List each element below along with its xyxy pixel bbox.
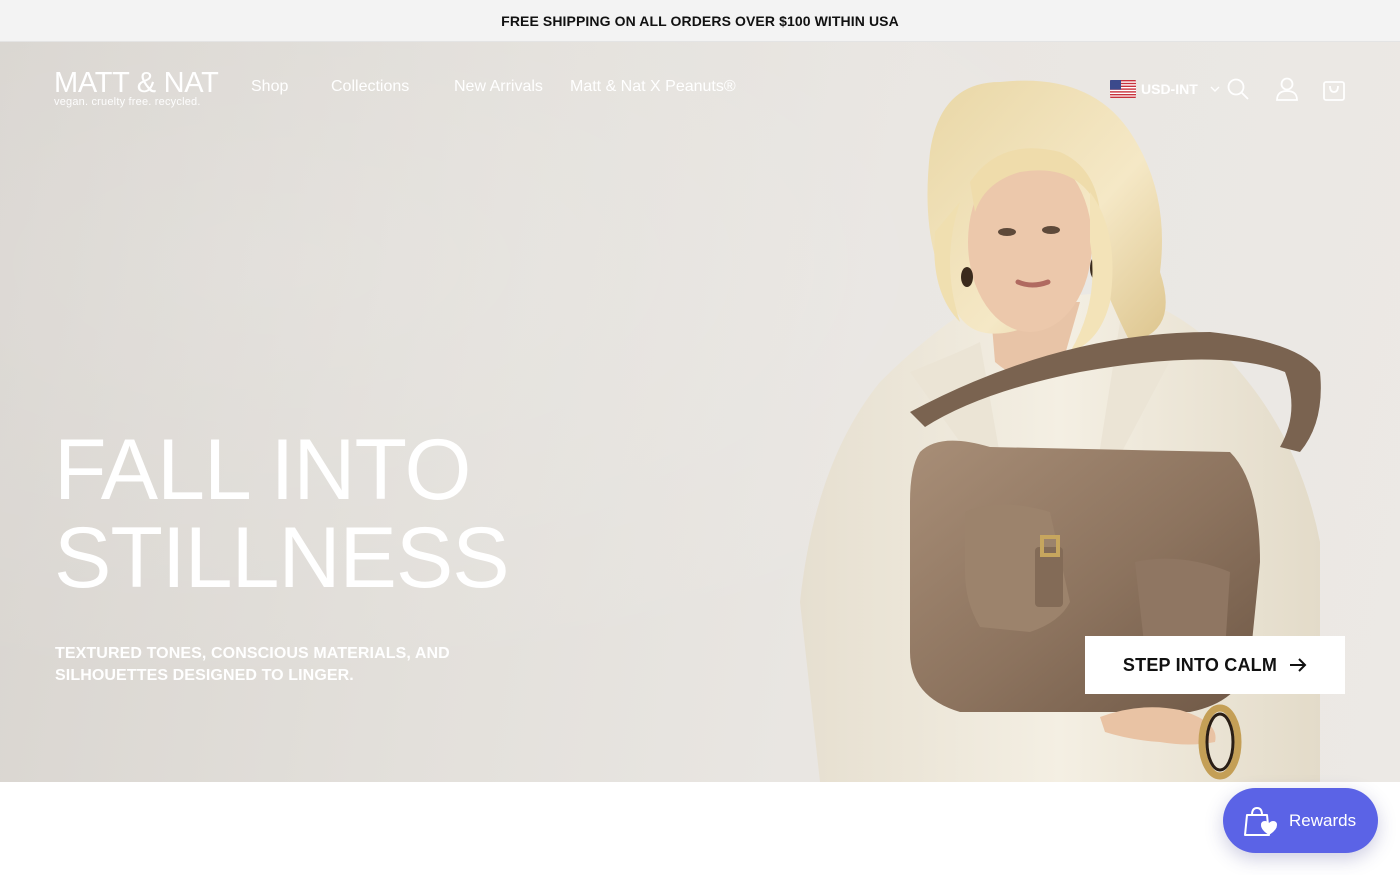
cart-icon[interactable]	[1322, 76, 1346, 102]
nav-item-collections[interactable]: Collections	[331, 78, 409, 96]
nav-item-new-arrivals[interactable]: New Arrivals	[454, 78, 543, 96]
hero-headline: FALL INTO STILLNESS	[54, 422, 510, 606]
subcopy-line-1: TEXTURED TONES, CONSCIOUS MATERIALS, AND	[55, 645, 450, 662]
site-header: MATT & NAT vegan. cruelty free. recycled…	[0, 42, 1400, 134]
logo-tagline: vegan. cruelty free. recycled.	[54, 96, 201, 108]
currency-label: USD-INT	[1141, 81, 1198, 97]
us-flag-icon	[1110, 80, 1136, 98]
hero-subcopy: TEXTURED TONES, CONSCIOUS MATERIALS, AND…	[55, 643, 475, 687]
rewards-launcher-button[interactable]: Rewards	[1223, 788, 1378, 853]
chevron-down-icon	[1210, 86, 1220, 92]
step-into-calm-button[interactable]: STEP INTO CALM	[1085, 636, 1345, 694]
brand-logo[interactable]: MATT & NAT vegan. cruelty free. recycled…	[54, 68, 219, 108]
nav-item-peanuts[interactable]: Matt & Nat X Peanuts®	[570, 78, 736, 96]
announcement-text: FREE SHIPPING ON ALL ORDERS OVER $100 WI…	[501, 12, 899, 29]
headline-line-1: FALL INTO	[54, 422, 471, 518]
rewards-label: Rewards	[1289, 810, 1357, 830]
arrow-right-icon	[1290, 658, 1307, 672]
announcement-bar: FREE SHIPPING ON ALL ORDERS OVER $100 WI…	[0, 0, 1400, 42]
subcopy-line-2: SILHOUETTES DESIGNED TO LINGER.	[55, 667, 354, 684]
search-icon[interactable]	[1226, 77, 1250, 101]
account-icon[interactable]	[1275, 76, 1299, 102]
cta-label: STEP INTO CALM	[1122, 654, 1278, 675]
currency-selector[interactable]: USD-INT	[1110, 80, 1221, 98]
nav-item-shop[interactable]: Shop	[251, 78, 288, 96]
headline-line-2: STILLNESS	[54, 510, 510, 606]
shopping-bag-heart-icon	[1244, 806, 1277, 836]
logo-wordmark: MATT & NAT	[54, 67, 219, 99]
